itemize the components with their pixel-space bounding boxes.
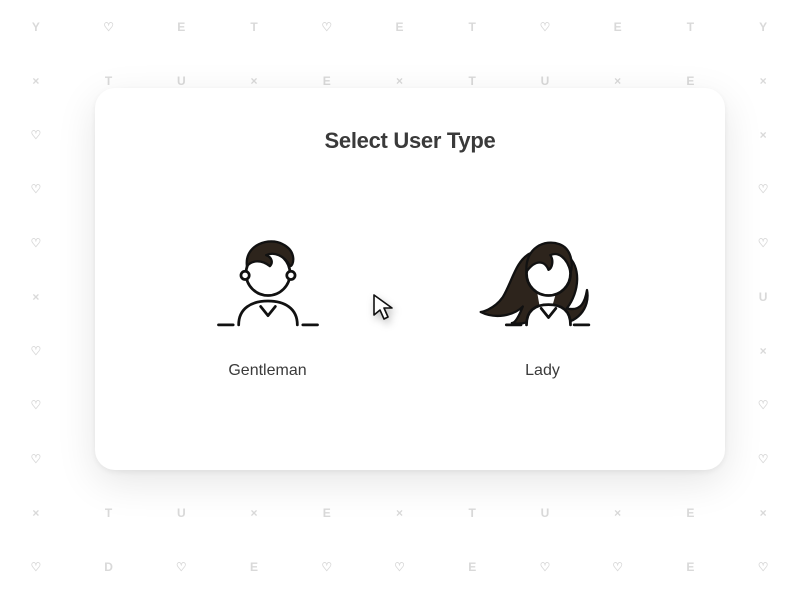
- select-user-type-card: Select User Type: [95, 88, 725, 470]
- option-label: Gentleman: [228, 362, 306, 380]
- option-label: Lady: [525, 362, 560, 380]
- lady-avatar-icon: [478, 224, 608, 334]
- option-lady[interactable]: Lady: [478, 224, 608, 380]
- option-gentleman[interactable]: Gentleman: [213, 224, 323, 380]
- gentleman-avatar-icon: [213, 224, 323, 334]
- user-type-options: Gentleman: [135, 224, 685, 380]
- card-title: Select User Type: [135, 128, 685, 154]
